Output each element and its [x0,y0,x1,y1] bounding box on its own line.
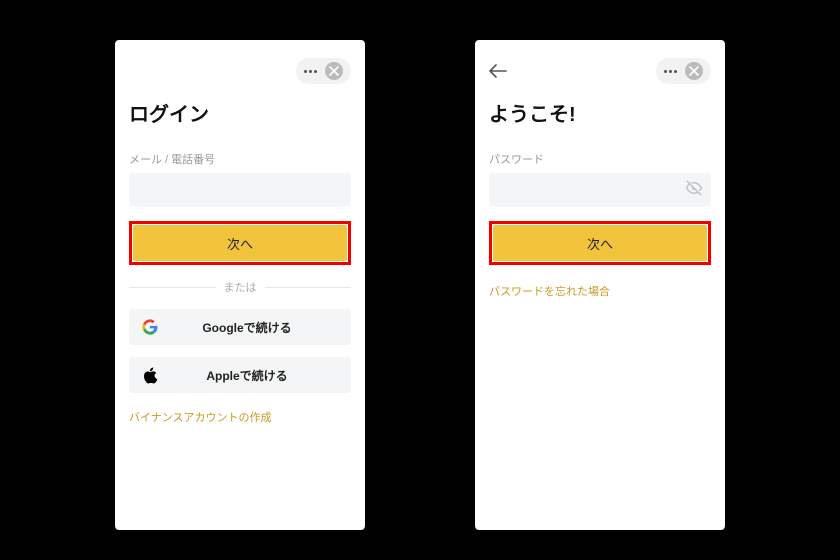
page-title: ログイン [129,98,351,127]
google-button-label: Googleで続ける [155,319,339,336]
divider-text: または [224,279,257,295]
login-screen: ログイン メール / 電話番号 次へ または Googleで続ける Appleで… [115,40,365,530]
next-button[interactable]: 次へ [493,225,707,261]
top-controls [656,58,711,84]
page-title: ようこそ! [489,98,711,127]
email-input-wrap[interactable] [129,173,351,207]
divider-line-left [129,287,216,288]
close-icon[interactable] [325,62,343,80]
back-arrow-icon[interactable] [489,64,507,78]
apple-continue-button[interactable]: Appleで続ける [129,357,351,393]
top-bar [489,58,711,84]
email-field-label: メール / 電話番号 [129,151,351,167]
more-icon[interactable] [664,70,677,73]
top-bar [129,58,351,84]
close-icon[interactable] [685,62,703,80]
or-divider: または [129,279,351,295]
apple-button-label: Appleで続ける [155,367,339,384]
eye-off-icon[interactable] [685,179,703,202]
welcome-screen: ようこそ! パスワード 次へ パスワードを忘れた場合 [475,40,725,530]
forgot-password-link[interactable]: パスワードを忘れた場合 [489,283,610,299]
password-field[interactable] [497,173,685,207]
email-field[interactable] [137,173,343,207]
google-continue-button[interactable]: Googleで続ける [129,309,351,345]
top-controls [296,58,351,84]
highlight-frame: 次へ [129,221,351,265]
highlight-frame: 次へ [489,221,711,265]
create-account-link[interactable]: バイナンスアカウントの作成 [129,409,272,425]
divider-line-right [265,287,352,288]
password-field-label: パスワード [489,151,711,167]
more-icon[interactable] [304,70,317,73]
next-button[interactable]: 次へ [133,225,347,261]
password-input-wrap[interactable] [489,173,711,207]
